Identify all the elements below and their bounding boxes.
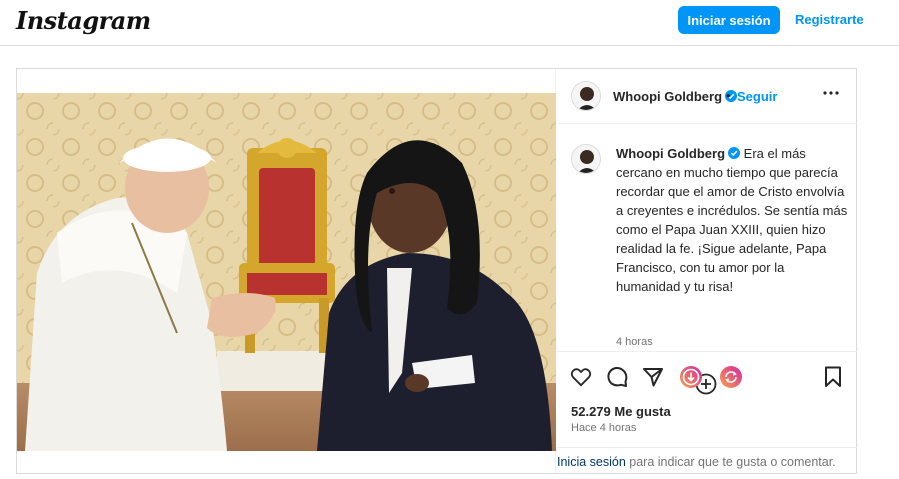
gift-icon[interactable] xyxy=(679,365,703,389)
more-options-icon[interactable] xyxy=(821,83,841,103)
login-button[interactable]: Iniciar sesión xyxy=(678,6,780,34)
post-header: Whoopi Goldberg • Seguir xyxy=(557,69,857,124)
heart-icon[interactable] xyxy=(569,365,593,389)
post-timestamp[interactable]: Hace 4 horas xyxy=(571,422,636,434)
bookmark-icon[interactable] xyxy=(821,365,845,389)
caption-username[interactable]: Whoopi Goldberg xyxy=(616,146,725,161)
login-prompt-message: para indicar que te gusta o comentar. xyxy=(625,455,836,469)
login-prompt: Inicia sesión para indicar que te gusta … xyxy=(557,447,857,474)
login-prompt-text: Inicia sesión para indicar que te gusta … xyxy=(557,455,836,469)
caption-text-block: Whoopi Goldberg Era el más cercano en mu… xyxy=(616,144,848,296)
caption-body: Era el más cercano en mucho tiempo que p… xyxy=(616,146,848,294)
post-media xyxy=(17,69,556,473)
caption-section: Whoopi Goldberg Era el más cercano en mu… xyxy=(557,125,857,395)
like-count[interactable]: 52.279 Me gusta xyxy=(571,404,671,419)
share-icon[interactable] xyxy=(641,365,665,389)
caption-avatar[interactable] xyxy=(571,144,601,174)
verified-badge-icon xyxy=(728,147,741,159)
post-username[interactable]: Whoopi Goldberg xyxy=(613,89,722,104)
top-navigation: Instagram Iniciar sesión Registrarte xyxy=(0,0,899,46)
post-actions xyxy=(557,359,857,399)
post-side-panel: Whoopi Goldberg • Seguir Whoopi Goldberg… xyxy=(557,69,857,473)
caption-timestamp[interactable]: 4 horas xyxy=(616,336,653,348)
avatar[interactable] xyxy=(571,81,601,111)
register-link[interactable]: Registrarte xyxy=(795,12,864,27)
login-link[interactable]: Inicia sesión xyxy=(557,455,626,469)
instagram-logo[interactable]: Instagram xyxy=(16,6,151,35)
comment-icon[interactable] xyxy=(605,365,629,389)
post-photo[interactable] xyxy=(17,93,556,451)
post-card: Whoopi Goldberg • Seguir Whoopi Goldberg… xyxy=(16,68,857,474)
remix-icon[interactable] xyxy=(719,365,743,389)
separator-dot: • xyxy=(726,88,731,103)
follow-button[interactable]: Seguir xyxy=(737,89,777,104)
